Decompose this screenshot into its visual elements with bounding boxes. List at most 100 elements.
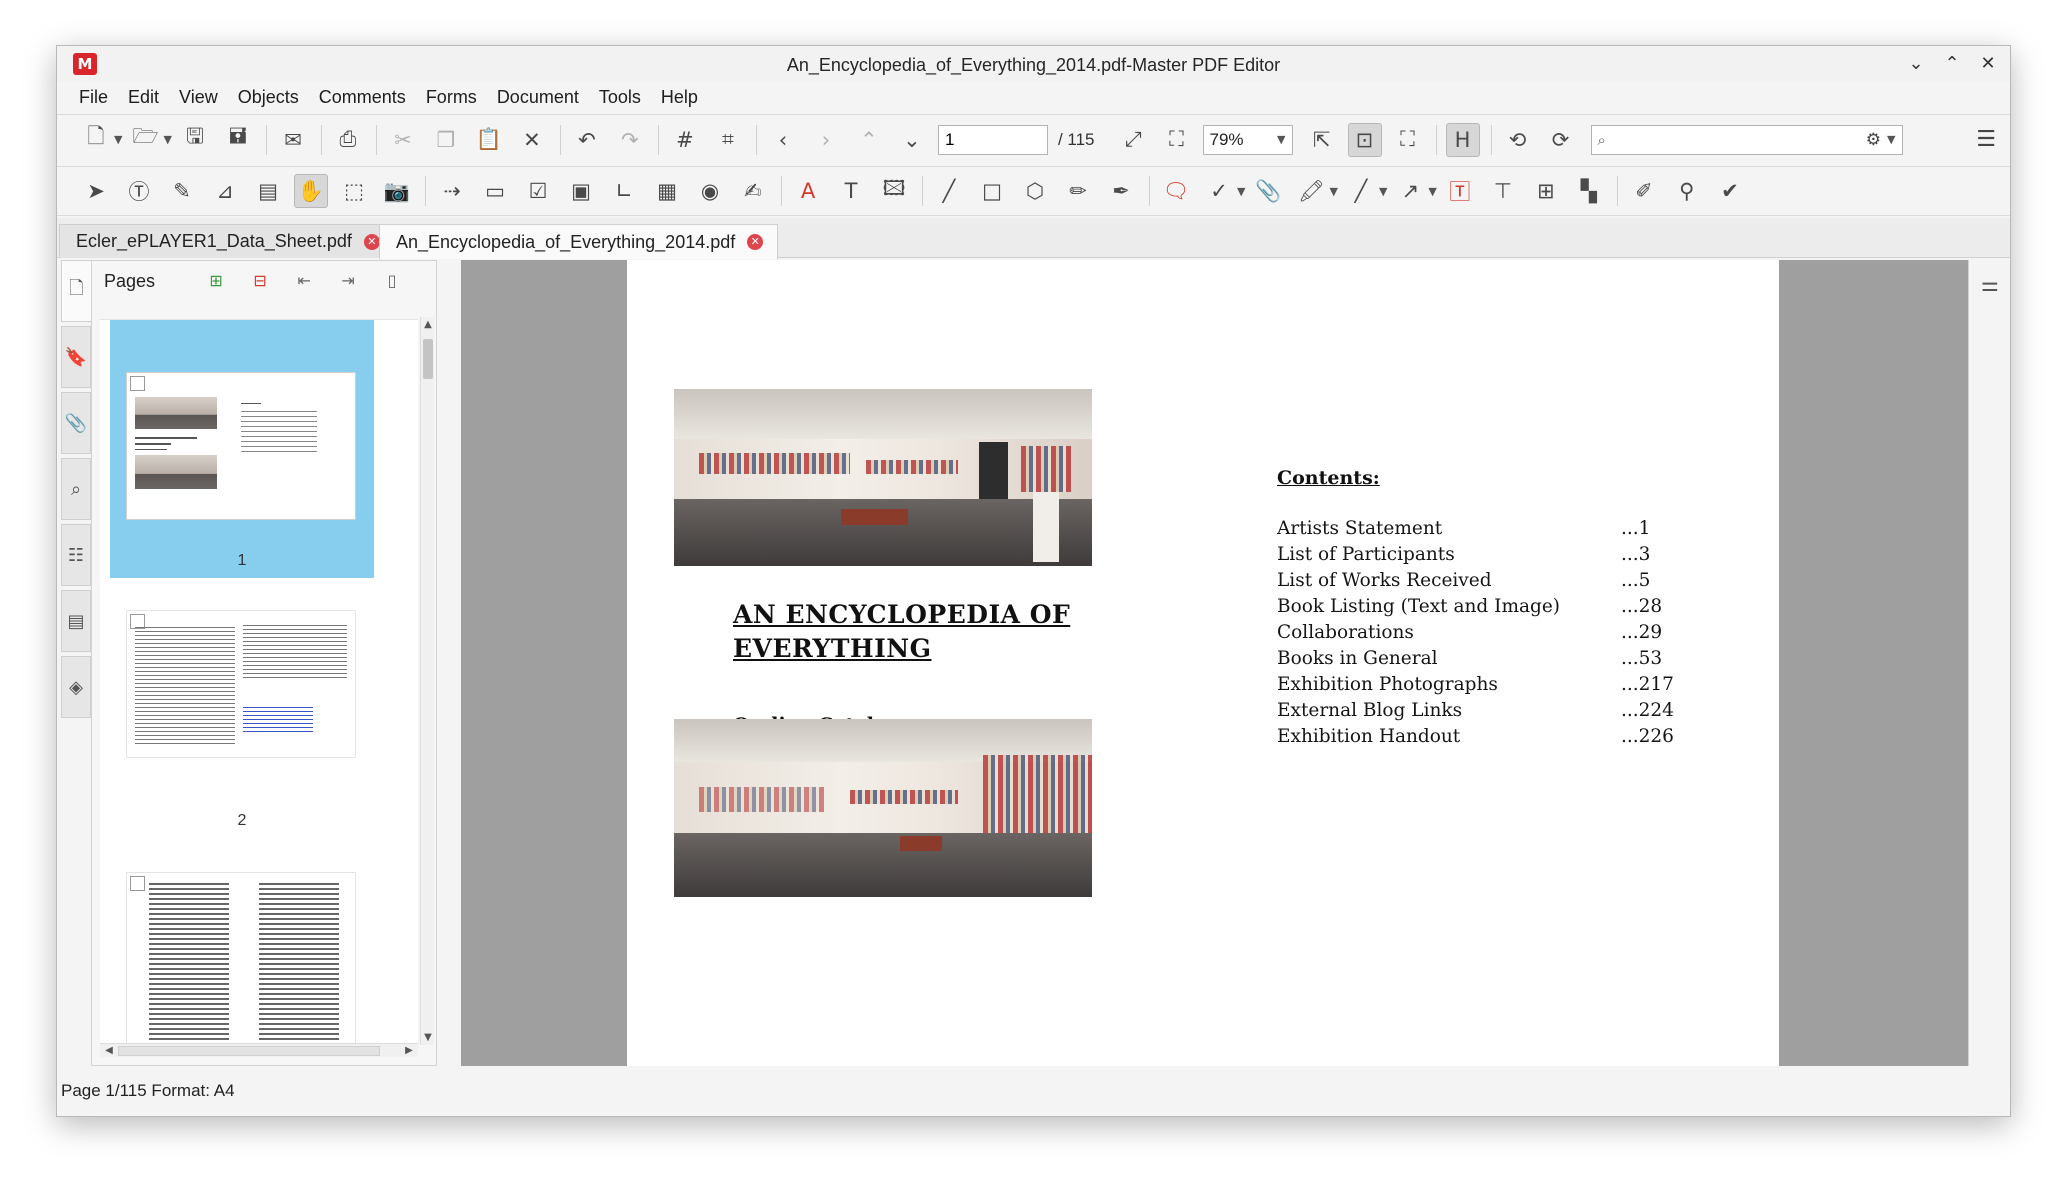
- menu-document[interactable]: Document: [487, 87, 589, 108]
- menu-file[interactable]: File: [69, 87, 118, 108]
- search-settings-gear-icon[interactable]: ⚙: [1866, 130, 1881, 150]
- thumbnails-vertical-scrollbar[interactable]: ▲ ▼: [420, 317, 434, 1045]
- layers-tab-icon[interactable]: ◈: [61, 656, 91, 718]
- new-document-icon[interactable]: 🗋: [79, 123, 113, 157]
- previous-page-icon[interactable]: ⌃: [852, 123, 886, 157]
- note-comment-icon[interactable]: 🗨: [1159, 174, 1193, 208]
- print-icon[interactable]: ⎙: [331, 123, 365, 157]
- snap-to-grid-icon[interactable]: ⌗: [711, 123, 745, 157]
- signature-field-icon[interactable]: ✍: [736, 174, 770, 208]
- copy-icon[interactable]: ❐: [429, 123, 463, 157]
- text-field-icon[interactable]: ▣: [564, 174, 598, 208]
- sign-icon[interactable]: ✒: [1104, 174, 1138, 208]
- tab-encyclopedia[interactable]: An_Encyclopedia_of_Everything_2014.pdf ✕: [379, 224, 779, 259]
- scroll-down-arrow-icon[interactable]: ▼: [421, 1032, 435, 1043]
- open-dropdown-arrow-icon[interactable]: ▼: [163, 133, 171, 146]
- single-page-layout-icon[interactable]: H: [1445, 122, 1480, 157]
- grid-icon[interactable]: #: [668, 123, 702, 157]
- line-dropdown-arrow-icon[interactable]: ▼: [1379, 185, 1387, 198]
- radio-button-icon[interactable]: ◉: [693, 174, 727, 208]
- hand-tool-icon[interactable]: ✋: [294, 174, 328, 208]
- combo-field-icon[interactable]: ▦: [650, 174, 684, 208]
- arrow-dropdown-arrow-icon[interactable]: ▼: [1428, 185, 1436, 198]
- thumbnail-checkbox[interactable]: [130, 876, 145, 891]
- zoom-select[interactable]: 79% ▼: [1202, 124, 1293, 155]
- button-field-icon[interactable]: ▭: [478, 174, 512, 208]
- thumbnails-horizontal-scrollbar[interactable]: ◀ ▶: [100, 1043, 418, 1057]
- menu-objects[interactable]: Objects: [228, 87, 309, 108]
- page-thumbnail-2[interactable]: 2: [110, 610, 374, 850]
- scroll-thumb[interactable]: [118, 1046, 380, 1056]
- previous-view-icon[interactable]: ‹: [766, 123, 800, 157]
- next-view-icon[interactable]: ›: [809, 123, 843, 157]
- arrow-icon[interactable]: ↗: [1393, 174, 1427, 208]
- checkmark-stamp-icon[interactable]: ✓: [1202, 174, 1236, 208]
- attach-file-icon[interactable]: 📎: [1251, 174, 1285, 208]
- polygon-icon[interactable]: ⬡: [1018, 174, 1052, 208]
- menu-view[interactable]: View: [169, 87, 228, 108]
- next-page-icon[interactable]: ⌄: [895, 123, 929, 157]
- menu-forms[interactable]: Forms: [416, 87, 487, 108]
- document-view[interactable]: ▲ ▼: [461, 260, 2007, 1066]
- page-thumbnail-3[interactable]: [110, 872, 374, 1043]
- scroll-right-arrow-icon[interactable]: ▶: [402, 1045, 416, 1056]
- close-tab-icon[interactable]: ✕: [747, 234, 764, 250]
- pencil-icon[interactable]: ✏: [1061, 174, 1095, 208]
- insert-page-icon[interactable]: ⊞: [203, 268, 229, 294]
- select-area-icon[interactable]: ⬚: [337, 174, 371, 208]
- pages-panel-tab-icon[interactable]: 🗋: [61, 260, 91, 322]
- attachments-tab-icon[interactable]: 📎: [61, 392, 91, 454]
- organize-icon[interactable]: ▚: [1572, 174, 1606, 208]
- search-tab-icon[interactable]: ⌕: [61, 458, 91, 520]
- undo-icon[interactable]: ↶: [570, 123, 604, 157]
- minimize-button[interactable]: ⌄: [1902, 50, 1930, 78]
- hamburger-menu-icon[interactable]: ☰: [1976, 127, 1996, 152]
- maximize-button[interactable]: ⌃: [1938, 50, 1966, 78]
- page-thumbnail-1[interactable]: 1: [110, 320, 374, 578]
- structure-tab-icon[interactable]: ☷: [61, 524, 91, 586]
- highlight-dropdown-arrow-icon[interactable]: ▼: [1329, 185, 1337, 198]
- delete-page-icon[interactable]: ⊟: [247, 268, 273, 294]
- close-window-button[interactable]: ✕: [1974, 50, 2002, 78]
- rotate-left-icon[interactable]: ⟲: [1501, 123, 1535, 157]
- menu-tools[interactable]: Tools: [589, 87, 651, 108]
- draw-line-icon[interactable]: ╱: [1344, 174, 1378, 208]
- menu-edit[interactable]: Edit: [118, 87, 169, 108]
- stamp-dropdown-arrow-icon[interactable]: ▼: [1237, 185, 1245, 198]
- email-icon[interactable]: ✉: [276, 123, 310, 157]
- select-arrow-icon[interactable]: ➤: [79, 174, 113, 208]
- select-text-icon[interactable]: ▤: [251, 174, 285, 208]
- add-text-icon[interactable]: A: [791, 174, 825, 208]
- open-folder-icon[interactable]: 🗁: [128, 123, 162, 157]
- rotate-right-icon[interactable]: ⟳: [1544, 123, 1578, 157]
- new-dropdown-arrow-icon[interactable]: ▼: [114, 133, 122, 146]
- search-input[interactable]: [1611, 131, 1860, 148]
- highlight-icon[interactable]: 🖍: [1294, 174, 1328, 208]
- insert-image-icon[interactable]: 🖾: [877, 174, 911, 208]
- search-dropdown-arrow-icon[interactable]: ▼: [1887, 133, 1895, 146]
- close-tab-icon[interactable]: ✕: [363, 233, 380, 250]
- edit-forms-icon[interactable]: ⊿: [208, 174, 242, 208]
- properties-sliders-icon[interactable]: ⚌: [1975, 272, 2005, 312]
- tab-order-icon[interactable]: ⇢: [435, 174, 469, 208]
- menu-comments[interactable]: Comments: [309, 87, 416, 108]
- eraser-icon[interactable]: ✐: [1627, 174, 1661, 208]
- insert-text-icon[interactable]: T: [834, 174, 868, 208]
- checkbox-field-icon[interactable]: ☑: [521, 174, 555, 208]
- validate-icon[interactable]: ✔: [1713, 174, 1747, 208]
- rectangle-icon[interactable]: □: [975, 174, 1009, 208]
- scroll-thumb[interactable]: [423, 339, 433, 379]
- fit-page-icon[interactable]: ⛶: [1160, 123, 1194, 157]
- cut-icon[interactable]: ✂: [386, 123, 420, 157]
- scroll-left-arrow-icon[interactable]: ◀: [102, 1045, 116, 1056]
- fullscreen-icon[interactable]: ⛶: [1391, 123, 1425, 157]
- thumbnail-checkbox[interactable]: [130, 376, 145, 391]
- scroll-up-arrow-icon[interactable]: ▲: [421, 319, 435, 330]
- fit-visible-icon[interactable]: ⊡: [1347, 122, 1382, 157]
- find-icon[interactable]: ⚲: [1670, 174, 1704, 208]
- tab-ecler-data-sheet[interactable]: Ecler_ePLAYER1_Data_Sheet.pdf ✕: [59, 224, 395, 258]
- save-icon[interactable]: 🖫: [178, 123, 212, 157]
- text-box-icon[interactable]: 🅃: [1443, 174, 1477, 208]
- line-icon[interactable]: ╱: [932, 174, 966, 208]
- paste-icon[interactable]: 📋: [472, 123, 506, 157]
